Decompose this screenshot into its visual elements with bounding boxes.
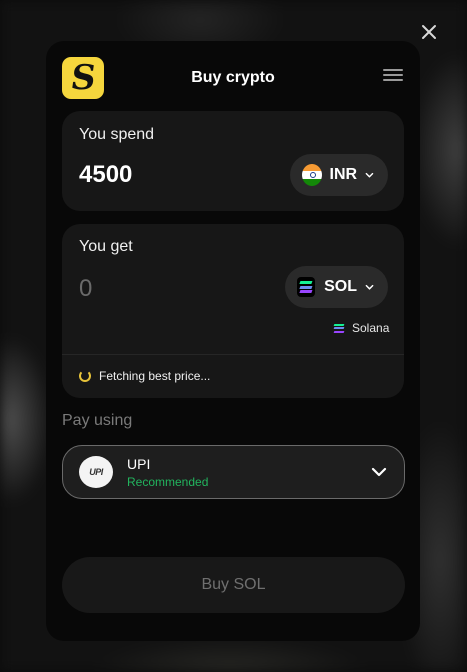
recommended-badge: Recommended (127, 475, 209, 489)
payment-method-selector[interactable]: UPI UPI Recommended (62, 445, 405, 499)
india-flag-icon (302, 164, 322, 186)
spend-label: You spend (79, 126, 155, 143)
price-status: Fetching best price... (79, 369, 210, 383)
upi-logo-text: UPI (89, 467, 103, 477)
menu-line (383, 79, 403, 81)
get-currency-selector[interactable]: SOL (285, 266, 388, 308)
divider (62, 354, 404, 355)
get-label: You get (79, 238, 133, 255)
solana-icon (297, 277, 316, 297)
close-icon[interactable] (419, 22, 439, 42)
page-title: Buy crypto (191, 69, 275, 86)
payment-method-name: UPI (127, 456, 151, 472)
loading-spinner-icon (79, 370, 91, 382)
menu-line (383, 74, 403, 76)
get-currency-code: SOL (324, 278, 357, 295)
chevron-down-icon (365, 284, 374, 290)
network-label: Solana (333, 321, 390, 335)
get-amount-input[interactable] (79, 275, 259, 303)
modal-header: S Buy crypto (46, 41, 420, 115)
spend-card: You spend INR (62, 111, 404, 211)
buy-button[interactable]: Buy SOL (62, 557, 405, 613)
chevron-down-icon (371, 467, 387, 477)
solana-network-icon (333, 323, 345, 334)
pay-using-label: Pay using (62, 412, 133, 429)
network-name: Solana (352, 321, 390, 335)
upi-logo-icon: UPI (79, 456, 113, 488)
price-status-text: Fetching best price... (99, 369, 211, 383)
buy-crypto-modal: S Buy crypto You spend INR You get (46, 41, 420, 641)
get-card: You get SOL Solana Fetching best pr (62, 224, 404, 398)
spend-currency-code: INR (329, 166, 358, 183)
menu-icon[interactable] (383, 69, 403, 83)
chevron-down-icon (365, 172, 374, 178)
spend-currency-selector[interactable]: INR (290, 154, 388, 196)
menu-line (383, 69, 403, 71)
spend-amount-input[interactable] (79, 161, 259, 189)
